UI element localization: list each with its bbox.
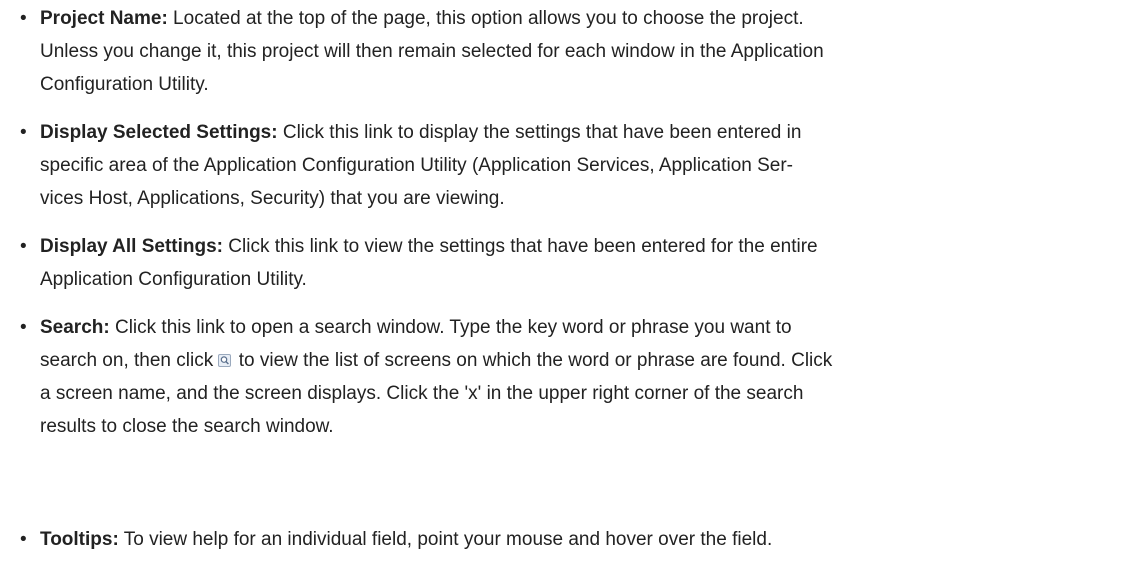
term-display-all-settings: Display All Settings: xyxy=(40,236,223,257)
description-text: Click this link to open a search window.… xyxy=(109,317,792,338)
description-text: vices Host, Applications, Security) that… xyxy=(40,188,505,209)
description-text: search on, then click xyxy=(40,350,219,371)
search-button-icon xyxy=(218,354,232,367)
item-line: search on, then click to view the list o… xyxy=(40,344,1120,377)
term-search: Search: xyxy=(40,317,110,338)
item-line: Tooltips: To view help for an individual… xyxy=(40,523,1120,556)
bullet: • xyxy=(20,122,27,143)
description-text: a screen name, and the screen displays. … xyxy=(40,383,804,404)
description-text: to view the list of screens on which the… xyxy=(233,350,833,371)
term-tooltips: Tooltips: xyxy=(40,529,119,550)
item-line: Search: Click this link to open a search… xyxy=(40,311,1120,344)
description-text: Configuration Utility. xyxy=(40,74,209,95)
description-text: results to close the search window. xyxy=(40,416,334,437)
term-project-name: Project Name: xyxy=(40,8,168,29)
item-line: Project Name: Located at the top of the … xyxy=(40,2,1120,35)
item-line: Display All Settings: Click this link to… xyxy=(40,230,1120,263)
item-text: Project Name: Located at the top of the … xyxy=(40,2,1120,101)
help-document: • Project Name: Located at the top of th… xyxy=(0,0,1129,571)
description-text: Click this link to display the settings … xyxy=(277,122,802,143)
description-text: Application Configuration Utility. xyxy=(40,269,307,290)
description-text: Unless you change it, this project will … xyxy=(40,41,824,62)
item-line: Display Selected Settings: Click this li… xyxy=(40,116,1120,149)
item-text: Tooltips: To view help for an individual… xyxy=(40,523,1120,556)
description-text: To view help for an individual field, po… xyxy=(118,529,773,550)
description-text: Click this link to view the settings tha… xyxy=(223,236,818,257)
description-text: specific area of the Application Configu… xyxy=(40,155,793,176)
item-text: Display All Settings: Click this link to… xyxy=(40,230,1120,296)
term-display-selected-settings: Display Selected Settings: xyxy=(40,122,278,143)
description-text: Located at the top of the page, this opt… xyxy=(167,8,804,29)
bullet: • xyxy=(20,8,27,29)
bullet: • xyxy=(20,236,27,257)
bullet: • xyxy=(20,529,27,550)
item-text: Display Selected Settings: Click this li… xyxy=(40,116,1120,215)
item-text: Search: Click this link to open a search… xyxy=(40,311,1120,443)
bullet: • xyxy=(20,317,27,338)
